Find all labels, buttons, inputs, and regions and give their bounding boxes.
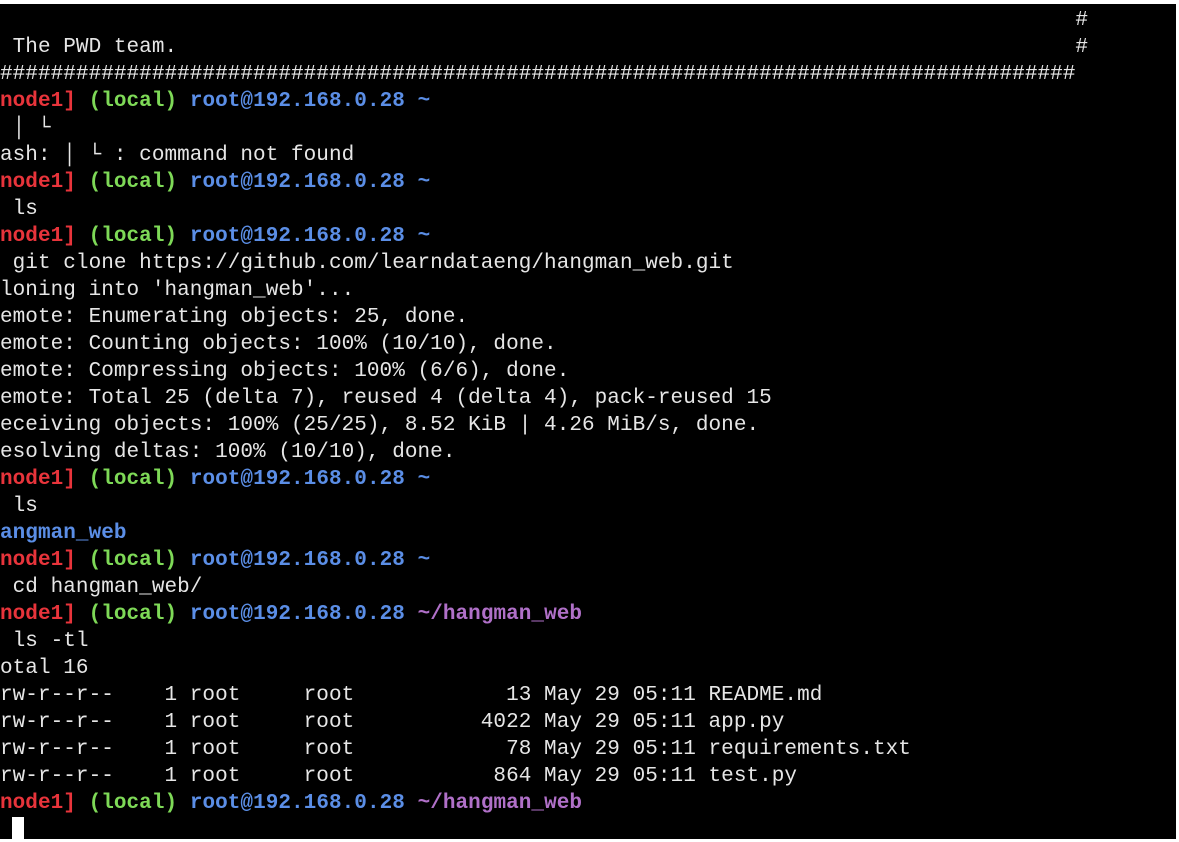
prompt-node: node1]: [0, 225, 76, 248]
prompt-local: (local): [88, 225, 178, 248]
file-listing-row: rw-r--r-- 1 root root 864 May 29 05:11 t…: [0, 765, 798, 788]
prompt-node: node1]: [0, 792, 76, 815]
terminal-window[interactable]: # The PWD team. # ######################…: [0, 4, 1176, 839]
terminal-output: # The PWD team. # ######################…: [0, 7, 1176, 839]
prompt-line: node1] (local) root@192.168.0.28 ~/hangm…: [0, 601, 1176, 628]
command-line: git clone https://github.com/learndataen…: [0, 252, 734, 275]
command-line: │ └: [0, 117, 51, 140]
prompt-dir: ~/hangman_web: [417, 792, 583, 815]
prompt-node: node1]: [0, 468, 76, 491]
directory-entry: angman_web: [0, 522, 127, 545]
prompt-line: node1] (local) root@192.168.0.28 ~: [0, 547, 1176, 574]
command-line: ls: [0, 495, 38, 518]
output-line: ash: │ └ : command not found: [0, 144, 355, 167]
output-line: emote: Compressing objects: 100% (6/6), …: [0, 360, 570, 383]
output-line: esolving deltas: 100% (10/10), done.: [0, 441, 456, 464]
output-line: emote: Counting objects: 100% (10/10), d…: [0, 333, 557, 356]
input-line[interactable]: [0, 817, 1176, 839]
prompt-node: node1]: [0, 171, 76, 194]
prompt-user: root@192.168.0.28: [189, 792, 405, 815]
prompt-dir: ~: [417, 549, 431, 572]
banner-line: #: [0, 9, 1089, 32]
prompt-line: node1] (local) root@192.168.0.28 ~/hangm…: [0, 790, 1176, 817]
command-line: ls -tl: [0, 630, 89, 653]
prompt-user: root@192.168.0.28: [189, 468, 405, 491]
prompt-user: root@192.168.0.28: [189, 225, 405, 248]
output-line: eceiving objects: 100% (25/25), 8.52 KiB…: [0, 414, 760, 437]
file-listing-row: rw-r--r-- 1 root root 78 May 29 05:11 re…: [0, 738, 911, 761]
prompt-line: node1] (local) root@192.168.0.28 ~: [0, 223, 1176, 250]
command-line: ls: [0, 198, 38, 221]
prompt-node: node1]: [0, 603, 76, 626]
prompt-dir: ~: [417, 468, 431, 491]
prompt-user: root@192.168.0.28: [189, 549, 405, 572]
prompt-line: node1] (local) root@192.168.0.28 ~: [0, 169, 1176, 196]
prompt-local: (local): [88, 549, 178, 572]
prompt-local: (local): [88, 468, 178, 491]
prompt-line: node1] (local) root@192.168.0.28 ~: [0, 88, 1176, 115]
prompt-local: (local): [88, 603, 178, 626]
output-line: emote: Total 25 (delta 7), reused 4 (del…: [0, 387, 772, 410]
prompt-local: (local): [88, 171, 178, 194]
file-listing-row: rw-r--r-- 1 root root 4022 May 29 05:11 …: [0, 711, 785, 734]
banner-line: The PWD team. #: [0, 36, 1089, 59]
prompt-node: node1]: [0, 90, 76, 113]
text-cursor[interactable]: [12, 817, 24, 839]
prompt-user: root@192.168.0.28: [189, 603, 405, 626]
prompt-user: root@192.168.0.28: [189, 90, 405, 113]
prompt-dir: ~: [417, 225, 431, 248]
output-line: otal 16: [0, 657, 89, 680]
output-line: emote: Enumerating objects: 25, done.: [0, 306, 469, 329]
prompt-local: (local): [88, 90, 178, 113]
prompt-dir: ~: [417, 90, 431, 113]
prompt-local: (local): [88, 792, 178, 815]
command-line: cd hangman_web/: [0, 576, 203, 599]
file-listing-row: rw-r--r-- 1 root root 13 May 29 05:11 RE…: [0, 684, 823, 707]
banner-line: ########################################…: [0, 63, 1076, 86]
output-line: loning into 'hangman_web'...: [0, 279, 355, 302]
prompt-dir: ~: [417, 171, 431, 194]
prompt-node: node1]: [0, 549, 76, 572]
prompt-dir: ~/hangman_web: [417, 603, 583, 626]
prompt-user: root@192.168.0.28: [189, 171, 405, 194]
prompt-line: node1] (local) root@192.168.0.28 ~: [0, 466, 1176, 493]
